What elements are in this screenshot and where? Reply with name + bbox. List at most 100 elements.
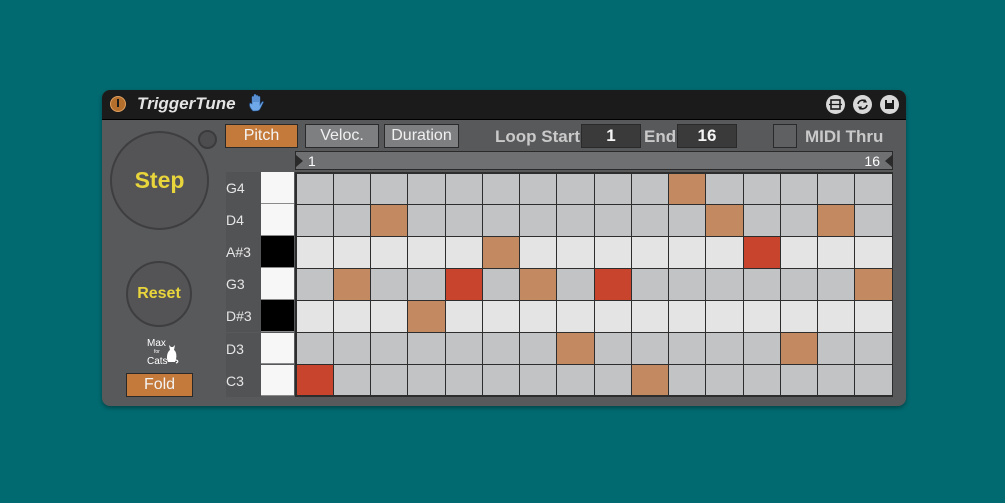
grid-cell[interactable] xyxy=(557,237,594,269)
grid-cell[interactable] xyxy=(631,237,668,269)
grid-cell[interactable] xyxy=(855,332,892,364)
grid-cell[interactable] xyxy=(296,300,333,332)
grid-cell[interactable] xyxy=(706,173,743,205)
grid-cell[interactable] xyxy=(445,205,482,237)
grid-cell[interactable] xyxy=(706,237,743,269)
grid-cell[interactable] xyxy=(594,364,631,396)
active-step-cell[interactable] xyxy=(669,173,706,205)
grid-cell[interactable] xyxy=(818,269,855,300)
grid-cell[interactable] xyxy=(333,173,370,205)
grid-cell[interactable] xyxy=(669,300,706,332)
tab-duration[interactable]: Duration xyxy=(384,124,459,148)
grid-cell[interactable] xyxy=(557,269,594,300)
active-step-cell[interactable] xyxy=(408,300,445,332)
grid-cell[interactable] xyxy=(296,269,333,300)
grid-cell[interactable] xyxy=(669,237,706,269)
active-step-cell[interactable] xyxy=(333,269,370,300)
grid-cell[interactable] xyxy=(780,237,817,269)
grid-cell[interactable] xyxy=(669,205,706,237)
grid-cell[interactable] xyxy=(333,364,370,396)
loop-end-number[interactable]: 16 xyxy=(677,124,737,148)
hotswap-icon[interactable] xyxy=(826,95,845,114)
grid-cell[interactable] xyxy=(818,300,855,332)
active-step-cell[interactable] xyxy=(296,364,333,396)
grid-cell[interactable] xyxy=(818,173,855,205)
grid-cell[interactable] xyxy=(445,173,482,205)
active-step-cell[interactable] xyxy=(445,269,482,300)
piano-key-white[interactable] xyxy=(261,364,294,397)
power-icon[interactable] xyxy=(110,96,126,112)
loop-ruler[interactable]: 1 16 xyxy=(295,151,893,170)
grid-cell[interactable] xyxy=(594,332,631,364)
grid-cell[interactable] xyxy=(296,237,333,269)
grid-cell[interactable] xyxy=(333,237,370,269)
grid-cell[interactable] xyxy=(594,173,631,205)
grid-cell[interactable] xyxy=(296,205,333,237)
active-step-cell[interactable] xyxy=(371,205,408,237)
grid-cell[interactable] xyxy=(669,332,706,364)
loop-end-marker[interactable] xyxy=(885,155,892,167)
grid-cell[interactable] xyxy=(520,364,557,396)
midi-thru-toggle[interactable] xyxy=(773,124,797,148)
grid-cell[interactable] xyxy=(520,332,557,364)
active-step-cell[interactable] xyxy=(631,364,668,396)
active-step-cell[interactable] xyxy=(818,205,855,237)
grid-cell[interactable] xyxy=(482,205,519,237)
piano-key-white[interactable] xyxy=(261,332,294,365)
tab-pitch[interactable]: Pitch xyxy=(225,124,298,148)
grid-cell[interactable] xyxy=(818,237,855,269)
grid-cell[interactable] xyxy=(743,173,780,205)
grid-cell[interactable] xyxy=(557,205,594,237)
tab-velocity[interactable]: Veloc. xyxy=(305,124,379,148)
grid-cell[interactable] xyxy=(855,173,892,205)
grid-cell[interactable] xyxy=(706,269,743,300)
piano-key-black[interactable] xyxy=(261,300,294,332)
grid-cell[interactable] xyxy=(557,364,594,396)
grid-cell[interactable] xyxy=(780,300,817,332)
grid-cell[interactable] xyxy=(371,237,408,269)
grid-cell[interactable] xyxy=(631,205,668,237)
grid-cell[interactable] xyxy=(631,173,668,205)
grid-cell[interactable] xyxy=(408,332,445,364)
grid-cell[interactable] xyxy=(594,205,631,237)
grid-cell[interactable] xyxy=(594,237,631,269)
grid-cell[interactable] xyxy=(557,173,594,205)
grid-cell[interactable] xyxy=(520,205,557,237)
grid-cell[interactable] xyxy=(594,300,631,332)
grid-cell[interactable] xyxy=(780,205,817,237)
active-step-cell[interactable] xyxy=(706,205,743,237)
grid-cell[interactable] xyxy=(371,269,408,300)
grid-cell[interactable] xyxy=(557,300,594,332)
piano-key-white[interactable] xyxy=(261,204,294,236)
active-step-cell[interactable] xyxy=(557,332,594,364)
grid-cell[interactable] xyxy=(296,173,333,205)
grid-cell[interactable] xyxy=(706,300,743,332)
grid-cell[interactable] xyxy=(408,269,445,300)
loop-start-number[interactable]: 1 xyxy=(581,124,641,148)
loop-start-marker[interactable] xyxy=(296,155,303,167)
grid-cell[interactable] xyxy=(520,237,557,269)
grid-cell[interactable] xyxy=(855,237,892,269)
grid-cell[interactable] xyxy=(631,300,668,332)
grid-cell[interactable] xyxy=(445,237,482,269)
grid-cell[interactable] xyxy=(743,205,780,237)
piano-key-white[interactable] xyxy=(261,172,294,204)
grid-cell[interactable] xyxy=(706,364,743,396)
grid-cell[interactable] xyxy=(482,300,519,332)
grid-cell[interactable] xyxy=(669,364,706,396)
grid-cell[interactable] xyxy=(780,173,817,205)
grid-cell[interactable] xyxy=(818,332,855,364)
grid-cell[interactable] xyxy=(333,205,370,237)
grid-cell[interactable] xyxy=(371,300,408,332)
grid-cell[interactable] xyxy=(333,300,370,332)
grid-cell[interactable] xyxy=(482,364,519,396)
grid-cell[interactable] xyxy=(631,269,668,300)
grid-cell[interactable] xyxy=(780,364,817,396)
step-grid[interactable] xyxy=(295,172,893,397)
fold-button[interactable]: Fold xyxy=(126,373,193,397)
grid-cell[interactable] xyxy=(743,332,780,364)
grid-cell[interactable] xyxy=(445,364,482,396)
grid-cell[interactable] xyxy=(855,205,892,237)
grid-cell[interactable] xyxy=(482,332,519,364)
piano-key-black[interactable] xyxy=(261,236,294,268)
